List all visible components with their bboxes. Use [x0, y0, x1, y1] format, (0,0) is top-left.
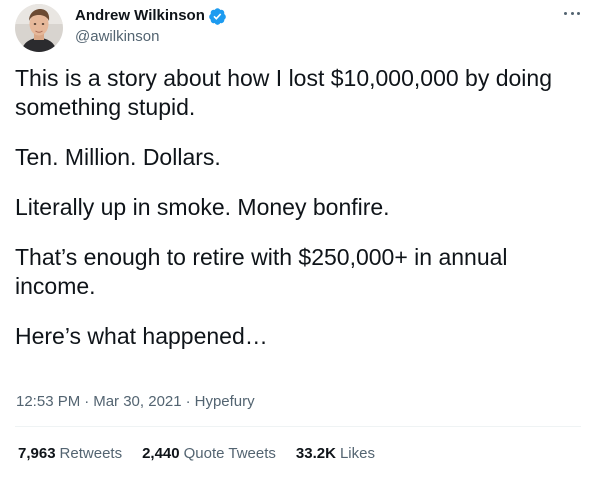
likes-stat[interactable]: 33.2K Likes — [296, 444, 375, 464]
more-options-icon[interactable] — [561, 4, 583, 24]
tweet-time[interactable]: 12:53 PM — [16, 393, 80, 410]
tweet-stats: 7,963 Retweets 2,440 Quote Tweets 33.2K Lik… — [18, 444, 395, 464]
tweet-paragraph: Here’s what happened… — [15, 323, 268, 349]
tweet-paragraph: Ten. Million. Dollars. — [15, 144, 221, 170]
avatar-photo — [15, 4, 63, 52]
quote-tweets-count: 2,440 — [142, 445, 180, 462]
tweet-meta: 12:53 PM · Mar 30, 2021 · Hypefury — [16, 392, 255, 412]
meta-separator: · — [84, 393, 90, 410]
author-display-name[interactable]: Andrew Wilkinson — [75, 6, 205, 26]
likes-count: 33.2K — [295, 445, 336, 462]
tweet-paragraph: This is a story about how I lost $10,000… — [15, 65, 552, 120]
tweet-paragraph: Literally up in smoke. Money bonfire. — [15, 194, 390, 220]
author-handle[interactable]: @awilkinson — [75, 27, 159, 47]
meta-separator: · — [185, 393, 191, 410]
tweet-source[interactable]: Hypefury — [195, 393, 255, 410]
retweets-count: 7,963 — [18, 445, 56, 462]
tweet: Andrew Wilkinson @awilkinson This is a s… — [0, 0, 596, 478]
retweets-label: Retweets — [59, 445, 123, 462]
verified-badge-icon — [208, 7, 227, 26]
tweet-text: This is a story about how I lost $10,000… — [15, 64, 575, 372]
retweets-stat[interactable]: 7,963 Retweets — [18, 444, 122, 464]
tweet-paragraph: That’s enough to retire with $250,000+ i… — [15, 244, 508, 299]
likes-label: Likes — [339, 445, 375, 462]
quote-tweets-label: Quote Tweets — [183, 445, 276, 462]
quote-tweets-stat[interactable]: 2,440 Quote Tweets — [142, 444, 276, 464]
avatar[interactable] — [15, 4, 63, 52]
divider — [15, 426, 581, 427]
author-name-row: Andrew Wilkinson — [75, 6, 227, 26]
tweet-date[interactable]: Mar 30, 2021 — [93, 393, 181, 410]
